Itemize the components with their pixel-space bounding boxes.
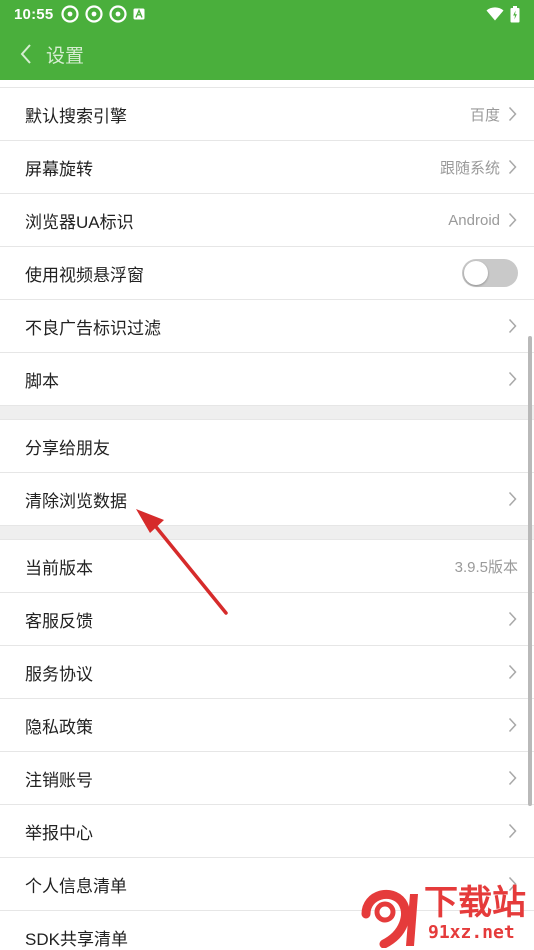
list-top-gap: [0, 80, 534, 88]
setting-label: 使用视频悬浮窗: [25, 265, 144, 285]
a-badge-icon: [133, 8, 145, 20]
chevron-right-icon: [506, 105, 518, 123]
setting-default-search-engine[interactable]: 默认搜索引擎 百度: [0, 88, 534, 141]
setting-delete-account[interactable]: 注销账号: [0, 752, 534, 805]
setting-label: 不良广告标识过滤: [25, 318, 161, 338]
setting-service-agreement[interactable]: 服务协议: [0, 646, 534, 699]
section-divider: [0, 526, 534, 540]
setting-label: SDK共享清单: [25, 929, 128, 949]
status-system-icons: [486, 5, 520, 23]
setting-label: 分享给朋友: [25, 438, 110, 458]
battery-icon: [510, 5, 520, 23]
setting-browser-ua[interactable]: 浏览器UA标识 Android: [0, 194, 534, 247]
chevron-right-icon: [506, 610, 518, 628]
setting-clear-browsing-data[interactable]: 清除浏览数据: [0, 473, 534, 526]
setting-label: 服务协议: [25, 664, 93, 684]
site-watermark: 下载站 91xz.net: [358, 884, 530, 948]
setting-value: 跟随系统: [439, 159, 500, 177]
video-floating-toggle[interactable]: [462, 259, 518, 287]
status-bar: 10:55: [0, 0, 534, 28]
back-button[interactable]: [14, 42, 38, 66]
version-value: 3.9.5版本: [454, 558, 518, 576]
setting-value: 百度: [469, 106, 500, 124]
chevron-right-icon: [506, 370, 518, 388]
app-header: 10:55 设置: [0, 0, 534, 80]
setting-label: 默认搜索引擎: [25, 106, 127, 126]
setting-share-to-friends[interactable]: 分享给朋友: [0, 420, 534, 473]
scrollbar[interactable]: [528, 336, 532, 806]
setting-label: 注销账号: [25, 770, 93, 790]
setting-label: 清除浏览数据: [25, 491, 127, 511]
setting-label: 个人信息清单: [25, 876, 127, 896]
chevron-right-icon: [506, 490, 518, 508]
setting-label: 浏览器UA标识: [25, 212, 134, 232]
setting-video-floating-window: 使用视频悬浮窗: [0, 247, 534, 300]
setting-label: 举报中心: [25, 823, 93, 843]
watermark-text: 下载站: [424, 883, 526, 923]
chevron-right-icon: [506, 822, 518, 840]
chevron-right-icon: [506, 158, 518, 176]
wifi-icon: [486, 7, 504, 21]
page-title: 设置: [46, 45, 85, 67]
settings-list: 默认搜索引擎 百度 屏幕旋转 跟随系统 浏览器UA标识 Android 使用视频…: [0, 80, 534, 950]
toggle-knob: [464, 261, 488, 285]
section-divider: [0, 406, 534, 420]
status-time: 10:55: [14, 5, 54, 23]
setting-label: 脚本: [25, 371, 59, 391]
setting-label: 客服反馈: [25, 611, 93, 631]
watermark-logo-icon: [361, 889, 418, 948]
app-notification-icon: [109, 5, 127, 23]
chevron-right-icon: [506, 663, 518, 681]
chevron-left-icon: [20, 44, 31, 64]
setting-label: 隐私政策: [25, 717, 93, 737]
setting-report-center[interactable]: 举报中心: [0, 805, 534, 858]
chevron-right-icon: [506, 769, 518, 787]
setting-label: 屏幕旋转: [25, 159, 93, 179]
setting-customer-feedback[interactable]: 客服反馈: [0, 593, 534, 646]
setting-label: 当前版本: [25, 558, 93, 578]
chevron-right-icon: [506, 211, 518, 229]
nav-bar: 设置: [0, 28, 534, 80]
app-notification-icon: [85, 5, 103, 23]
chevron-right-icon: [506, 716, 518, 734]
watermark-url: 91xz.net: [426, 922, 517, 943]
setting-ad-filter[interactable]: 不良广告标识过滤: [0, 300, 534, 353]
setting-current-version: 当前版本 3.9.5版本: [0, 540, 534, 593]
app-notification-icon: [61, 5, 79, 23]
chevron-right-icon: [506, 317, 518, 335]
setting-value: Android: [448, 211, 500, 229]
setting-screen-rotation[interactable]: 屏幕旋转 跟随系统: [0, 141, 534, 194]
setting-privacy-policy[interactable]: 隐私政策: [0, 699, 534, 752]
status-notification-icons: [61, 5, 145, 23]
setting-scripts[interactable]: 脚本: [0, 353, 534, 406]
